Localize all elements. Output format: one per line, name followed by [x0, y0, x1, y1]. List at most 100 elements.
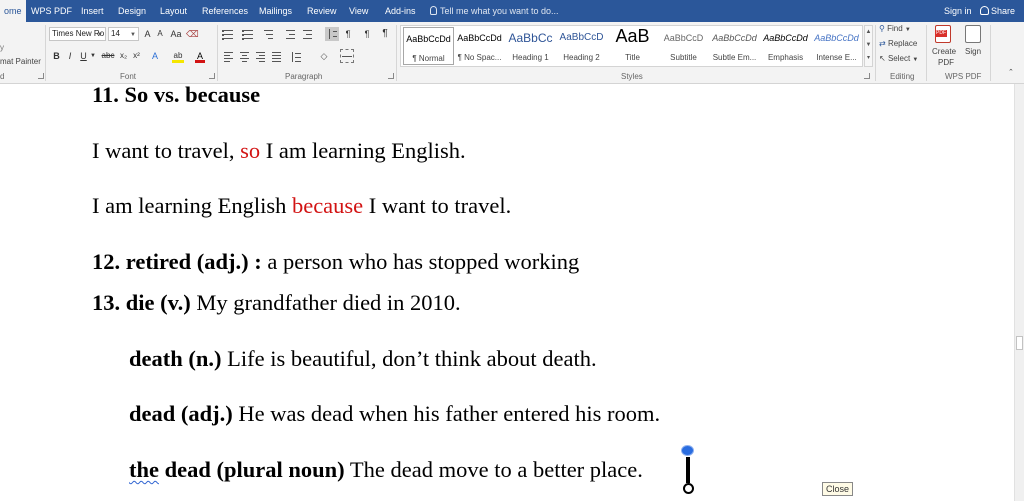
tab-review[interactable]: Review — [307, 0, 337, 22]
font-color-button[interactable]: A — [195, 49, 205, 63]
find-label: Find — [887, 24, 903, 33]
share-button[interactable]: Share — [980, 0, 1015, 22]
select-button[interactable]: ↖ Select ▼ — [879, 54, 918, 63]
numbering-icon[interactable] — [241, 27, 255, 41]
tab-view[interactable]: View — [349, 0, 368, 22]
collapse-ribbon-icon[interactable]: ⌃ — [1008, 68, 1014, 76]
style-subtle-emphasis[interactable]: AaBbCcDd Subtle Em... — [709, 27, 760, 65]
tab-references[interactable]: References — [202, 0, 248, 22]
ltr-text-direction-icon[interactable]: ¶ — [342, 27, 354, 41]
tab-add-ins[interactable]: Add-ins — [385, 0, 416, 22]
bold-button[interactable]: B — [52, 49, 61, 63]
shading-icon[interactable]: ◇ — [318, 49, 330, 63]
tab-design[interactable]: Design — [118, 0, 146, 22]
underline-button[interactable]: U — [79, 49, 88, 63]
create-pdf-label-1: Create — [932, 47, 957, 56]
find-button[interactable]: ⚲ Find ▼ — [879, 24, 911, 33]
bullets-icon[interactable] — [221, 27, 235, 41]
style-preview: AaBbCcDd — [814, 33, 859, 43]
spellcheck-flagged-word: the — [129, 457, 159, 482]
paragraph-group-label: Paragraph — [285, 72, 323, 81]
highlighted-word: so — [240, 138, 261, 163]
rtl-text-direction-icon[interactable]: ¶ — [361, 27, 373, 41]
borders-icon[interactable] — [340, 49, 354, 63]
text-highlight-button[interactable]: ab — [172, 49, 184, 63]
style-intense-emphasis[interactable]: AaBbCcDd Intense E... — [811, 27, 862, 65]
item-dead-adj: dead (adj.) He was dead when his father … — [129, 401, 660, 427]
item-the-dead: the dead (plural noun) The dead move to … — [129, 457, 643, 483]
chevron-down-icon[interactable]: ▼ — [865, 39, 872, 52]
scrollbar-thumb[interactable] — [1016, 336, 1023, 350]
selection-top-handle[interactable] — [682, 446, 693, 455]
term: death (n.) — [129, 346, 228, 371]
align-left-icon[interactable] — [221, 49, 235, 63]
decrease-indent-icon[interactable] — [283, 27, 297, 41]
change-case-button[interactable]: Aa — [168, 27, 184, 41]
style-no-spacing[interactable]: AaBbCcDd ¶ No Spac... — [454, 27, 505, 65]
styles-group-label: Styles — [621, 72, 643, 81]
sign-label: Sign — [965, 47, 982, 56]
underline-dropdown-icon[interactable]: ▼ — [90, 49, 96, 63]
style-subtitle[interactable]: AaBbCcD Subtitle — [658, 27, 709, 65]
increase-indent-icon[interactable] — [300, 27, 314, 41]
chevron-up-icon[interactable]: ▲ — [865, 26, 872, 39]
definition: a person who has stopped working — [267, 249, 580, 274]
styles-launcher-icon[interactable] — [864, 73, 870, 79]
style-name: ¶ No Spac... — [457, 53, 502, 62]
clear-formatting-icon[interactable]: ⌫ — [186, 27, 199, 41]
paragraph-launcher-icon[interactable] — [388, 73, 394, 79]
subscript-button[interactable]: x₂ — [118, 49, 129, 63]
style-heading-2[interactable]: AaBbCcD Heading 2 — [556, 27, 607, 65]
selection-bottom-handle[interactable] — [683, 483, 694, 494]
clipboard-launcher-icon[interactable] — [38, 73, 44, 79]
multilevel-list-icon[interactable] — [261, 27, 275, 41]
strikethrough-button[interactable]: abc — [100, 49, 116, 63]
chevron-down-icon: ▼ — [130, 32, 136, 38]
copy-button-fragment[interactable]: y — [0, 43, 4, 52]
font-size-combo[interactable]: 14 ▼ — [108, 27, 139, 41]
format-painter-button[interactable]: mat Painter — [0, 57, 41, 66]
font-family-combo[interactable]: Times New Ro ▼ — [49, 27, 106, 41]
style-heading-1[interactable]: AaBbCc Heading 1 — [505, 27, 556, 65]
tab-home[interactable]: ome — [0, 0, 26, 22]
italic-button[interactable]: I — [66, 49, 74, 63]
font-launcher-icon[interactable] — [209, 73, 215, 79]
show-formatting-button[interactable]: ¶ — [380, 27, 390, 41]
align-right-icon[interactable] — [253, 49, 267, 63]
style-title[interactable]: AaB Title — [607, 27, 658, 65]
style-name: ¶ Normal — [412, 54, 445, 63]
sentence-so: I want to travel, so I am learning Engli… — [92, 138, 466, 164]
close-tooltip: Close — [822, 482, 854, 496]
tab-mailings[interactable]: Mailings — [259, 0, 292, 22]
text-run: I want to travel. — [363, 193, 512, 218]
item-13-die: 13. die (v.) My grandfather died in 2010… — [92, 290, 461, 316]
replace-button[interactable]: ⇄ Replace — [879, 39, 917, 48]
style-normal[interactable]: AaBbCcDd ¶ Normal — [403, 27, 454, 65]
group-divider — [217, 25, 218, 81]
create-pdf-label-2: PDF — [938, 58, 954, 67]
vertical-scrollbar[interactable] — [1014, 84, 1024, 501]
word-window: ome WPS PDF Insert Design Layout Referen… — [0, 0, 1024, 501]
tab-layout[interactable]: Layout — [160, 0, 187, 22]
tell-me-box[interactable]: Tell me what you want to do... — [430, 0, 559, 22]
tab-wps-pdf[interactable]: WPS PDF — [31, 0, 72, 22]
sign-in-link[interactable]: Sign in — [944, 0, 972, 22]
superscript-button[interactable]: x² — [131, 49, 142, 63]
text-run: I want to travel, — [92, 138, 241, 163]
justify-icon[interactable] — [269, 49, 283, 63]
replace-icon: ⇄ — [879, 39, 886, 48]
styles-gallery-scroll[interactable]: ▲ ▼ ▾ — [864, 25, 873, 67]
sort-icon[interactable] — [325, 27, 339, 41]
ribbon: y mat Painter d Times New Ro ▼ 14 ▼ A A Aa… — [0, 22, 1024, 84]
more-styles-icon[interactable]: ▾ — [865, 52, 872, 65]
align-center-icon[interactable] — [237, 49, 251, 63]
tab-insert[interactable]: Insert — [81, 0, 104, 22]
document-page[interactable]: 11. So vs. because I want to travel, so … — [0, 84, 1014, 501]
chevron-down-icon: ▼ — [97, 32, 103, 38]
text-effects-icon[interactable]: A — [149, 49, 161, 63]
line-spacing-icon[interactable] — [289, 49, 303, 63]
grow-font-button[interactable]: A — [142, 27, 153, 41]
style-emphasis[interactable]: AaBbCcDd Emphasis — [760, 27, 811, 65]
shrink-font-button[interactable]: A — [155, 27, 165, 41]
clipboard-group-label: d — [0, 72, 5, 81]
